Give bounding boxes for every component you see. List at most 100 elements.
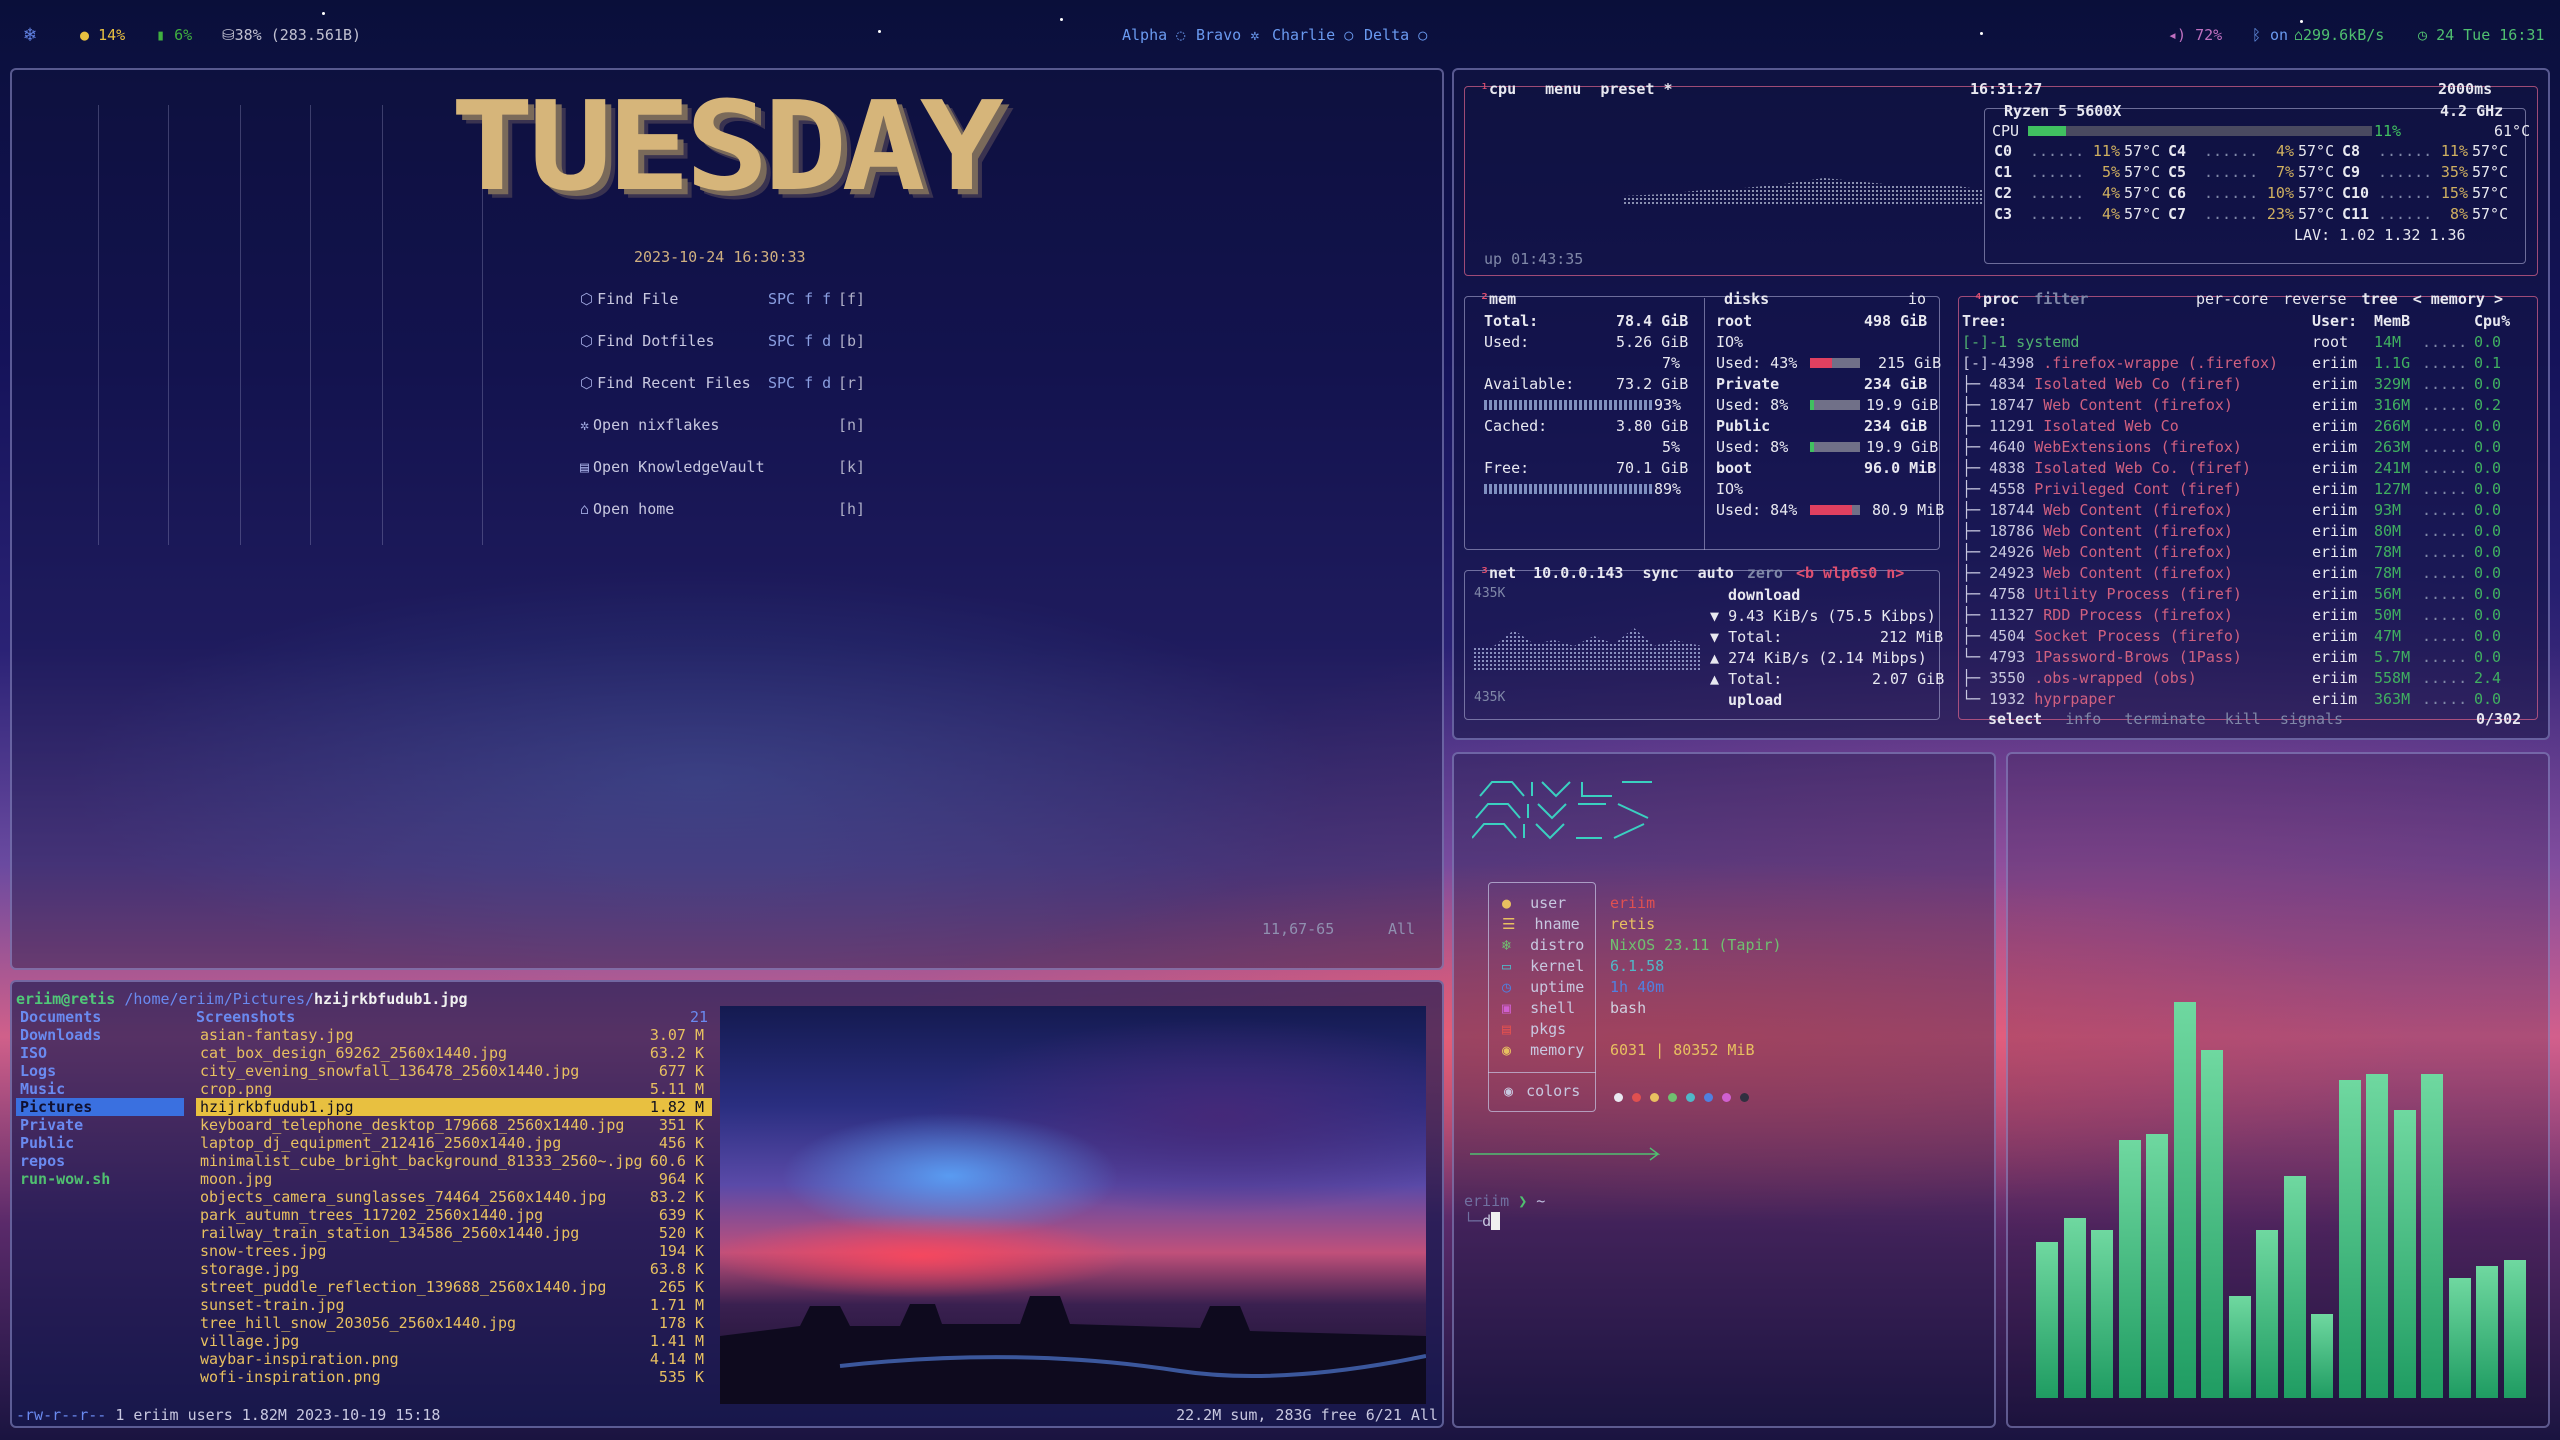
bluetooth-widget[interactable]: ᛒ on (2252, 26, 2288, 44)
file-item[interactable]: snow-trees.jpg 194 K (196, 1242, 712, 1260)
file-item[interactable]: street_puddle_reflection_139688_2560x144… (196, 1278, 712, 1296)
menu-find-recent[interactable]: ⬡ Find Recent Files SPC f d [r] (580, 374, 865, 392)
proc-row[interactable]: ├─ 4640 WebExtensions (firefox) (1962, 438, 2242, 456)
file-item[interactable]: railway_train_station_134586_2560x1440.j… (196, 1224, 712, 1242)
terminal-window[interactable]: ● user eriim ☰ hname retis ❄ distro NixO… (1452, 752, 1996, 1428)
proc-filter[interactable]: filter (2034, 290, 2088, 308)
btop-window[interactable]: ¹cpu menu preset * 16:31:27 2000ms up 01… (1452, 68, 2550, 740)
proc-row[interactable]: └─ 4793 1Password-Brows (1Pass) (1962, 648, 2242, 666)
workspace-alpha[interactable]: Alpha ◌ (1122, 26, 1185, 44)
workspace-delta[interactable]: Delta ○ (1364, 26, 1427, 44)
parent-dir-item[interactable]: run-wow.sh (16, 1170, 184, 1188)
proc-terminate[interactable]: terminate (2124, 710, 2205, 728)
proc-row[interactable]: ├─ 4758 Utility Process (firef) (1962, 585, 2242, 603)
file-size: 4.14 M (649, 1350, 704, 1368)
parent-dir-item[interactable]: Private (16, 1116, 184, 1134)
proc-row[interactable]: ├─ 11291 Isolated Web Co (1962, 417, 2179, 435)
ranger-parent-column[interactable]: Documents Downloads ISO Logs Music Pictures Pr… (16, 1008, 184, 1188)
file-item[interactable]: city_evening_snowfall_136478_2560x1440.j… (196, 1062, 712, 1080)
clock-widget[interactable]: ◷ 24 Tue 16:31 (2418, 26, 2544, 44)
proc-row[interactable]: ├─ 4558 Privileged Cont (firef) (1962, 480, 2242, 498)
proc-row[interactable]: ├─ 18786 Web Content (firefox) (1962, 522, 2233, 540)
cava-bar (2421, 1074, 2443, 1398)
shell-prompt[interactable]: eriim ❯ ~ (1464, 1192, 1545, 1210)
menu-open-knowledgevault[interactable]: ▤ Open KnowledgeVault [k] (580, 458, 865, 476)
proc-row[interactable]: ├─ 24926 Web Content (firefox) (1962, 543, 2233, 561)
shell-input[interactable]: └─d▏ (1464, 1212, 1501, 1230)
proc-user: eriim (2312, 417, 2358, 435)
distro-icon: ❄ (1502, 936, 1512, 954)
proc-row[interactable]: ├─ 18744 Web Content (firefox) (1962, 501, 2233, 519)
menu-open-home[interactable]: ⌂ Open home [h] (580, 500, 865, 518)
file-item[interactable]: crop.png 5.11 M (196, 1080, 712, 1098)
ranger-file-list[interactable]: asian-fantasy.jpg 3.07 M cat_box_design_… (196, 1026, 712, 1386)
file-item[interactable]: minimalist_cube_bright_background_81333_… (196, 1152, 712, 1170)
cpu-widget[interactable]: ● 14% (80, 26, 125, 44)
proc-row[interactable]: [-]-4398 .firefox-wrappe (.firefox) (1962, 354, 2278, 372)
file-item[interactable]: waybar-inspiration.png 4.14 M (196, 1350, 712, 1368)
disks-io-toggle[interactable]: io (1908, 290, 1926, 308)
file-item[interactable]: wofi-inspiration.png 535 K (196, 1368, 712, 1386)
parent-dir-item[interactable]: Pictures (16, 1098, 184, 1116)
mem-widget[interactable]: ▮ 6% (156, 26, 192, 44)
core-meter: ...... (2204, 205, 2259, 223)
proc-sort[interactable]: < memory > (2413, 290, 2503, 308)
proc-row[interactable]: ├─ 3550 .obs-wrapped (obs) (1962, 669, 2197, 687)
menu-open-nixflakes[interactable]: ✲ Open nixflakes [n] (580, 416, 865, 434)
proc-row[interactable]: └─ 1932 hyprpaper (1962, 690, 2116, 708)
proc-row[interactable]: ├─ 18747 Web Content (firefox) (1962, 396, 2233, 414)
file-item[interactable]: storage.jpg 63.8 K (196, 1260, 712, 1278)
proc-tree[interactable]: tree (2362, 290, 2398, 308)
file-item[interactable]: objects_camera_sunglasses_74464_2560x144… (196, 1188, 712, 1206)
parent-dir-item[interactable]: Music (16, 1080, 184, 1098)
file-item[interactable]: asian-fantasy.jpg 3.07 M (196, 1026, 712, 1044)
update-interval[interactable]: 2000ms (2438, 80, 2492, 98)
parent-dir-item[interactable]: Logs (16, 1062, 184, 1080)
file-item[interactable]: laptop_dj_equipment_212416_2560x1440.jpg… (196, 1134, 712, 1152)
net-interface[interactable]: <b wlp6s0 n> (1796, 564, 1904, 582)
workspace-bravo[interactable]: Bravo ✲ (1196, 26, 1259, 44)
ranger-dir-screenshots[interactable]: Screenshots 21 (196, 1008, 712, 1026)
net-sync[interactable]: sync (1643, 564, 1679, 582)
file-item[interactable]: cat_box_design_69262_2560x1440.jpg 63.2 … (196, 1044, 712, 1062)
proc-row[interactable]: ├─ 24923 Web Content (firefox) (1962, 564, 2233, 582)
parent-dir-item[interactable]: Public (16, 1134, 184, 1152)
parent-dir-item[interactable]: Downloads (16, 1026, 184, 1044)
proc-kill[interactable]: kill (2225, 710, 2261, 728)
proc-user: eriim (2312, 543, 2358, 561)
proc-row[interactable]: ├─ 4834 Isolated Web Co (firef) (1962, 375, 2242, 393)
ranger-window[interactable]: eriim@retis /home/eriim/Pictures/hzijrkb… (10, 980, 1444, 1428)
volume-widget[interactable]: ◂) 72% (2168, 26, 2222, 44)
proc-per-core[interactable]: per-core (2196, 290, 2268, 308)
divider (1704, 298, 1705, 550)
cpu-tab[interactable]: cpu (1489, 80, 1516, 98)
parent-dir-item[interactable]: ISO (16, 1044, 184, 1062)
file-item[interactable]: tree_hill_snow_203056_2560x1440.jpg 178 … (196, 1314, 712, 1332)
proc-row[interactable]: ├─ 11327 RDD Process (firefox) (1962, 606, 2233, 624)
proc-row[interactable]: ├─ 4504 Socket Process (firefo) (1962, 627, 2242, 645)
net-auto[interactable]: auto (1698, 564, 1734, 582)
workspace-charlie[interactable]: Charlie ○ (1272, 26, 1353, 44)
file-item[interactable]: moon.jpg 964 K (196, 1170, 712, 1188)
proc-signals[interactable]: signals (2280, 710, 2343, 728)
net-zero[interactable]: zero (1747, 564, 1783, 582)
file-item[interactable]: village.jpg 1.41 M (196, 1332, 712, 1350)
menu-button[interactable]: menu (1545, 80, 1581, 98)
file-item[interactable]: keyboard_telephone_desktop_179668_2560x1… (196, 1116, 712, 1134)
menu-find-dotfiles[interactable]: ⬡ Find Dotfiles SPC f d [b] (580, 332, 865, 350)
parent-dir-item[interactable]: repos (16, 1152, 184, 1170)
preset-button[interactable]: preset * (1600, 80, 1672, 98)
disk-widget[interactable]: ⛁38% (283.561B) (222, 26, 361, 44)
file-item[interactable]: park_autumn_trees_117202_2560x1440.jpg 6… (196, 1206, 712, 1224)
nixos-logo-icon[interactable]: ❄ (24, 22, 36, 46)
file-item[interactable]: hzijrkbfudub1.jpg 1.82 M (196, 1098, 712, 1116)
parent-dir-item[interactable]: Documents (16, 1008, 184, 1026)
menu-find-file[interactable]: ⬡ Find File SPC f f [f] (580, 290, 865, 308)
proc-row[interactable]: ├─ 4838 Isolated Web Co. (firef) (1962, 459, 2251, 477)
proc-info[interactable]: info (2065, 710, 2101, 728)
proc-select[interactable]: select (1988, 710, 2042, 728)
network-widget[interactable]: ⌂299.6kB/s (2294, 26, 2384, 44)
proc-reverse[interactable]: reverse (2283, 290, 2346, 308)
proc-row[interactable]: [-]-1 systemd (1962, 333, 2079, 351)
file-item[interactable]: sunset-train.jpg 1.71 M (196, 1296, 712, 1314)
